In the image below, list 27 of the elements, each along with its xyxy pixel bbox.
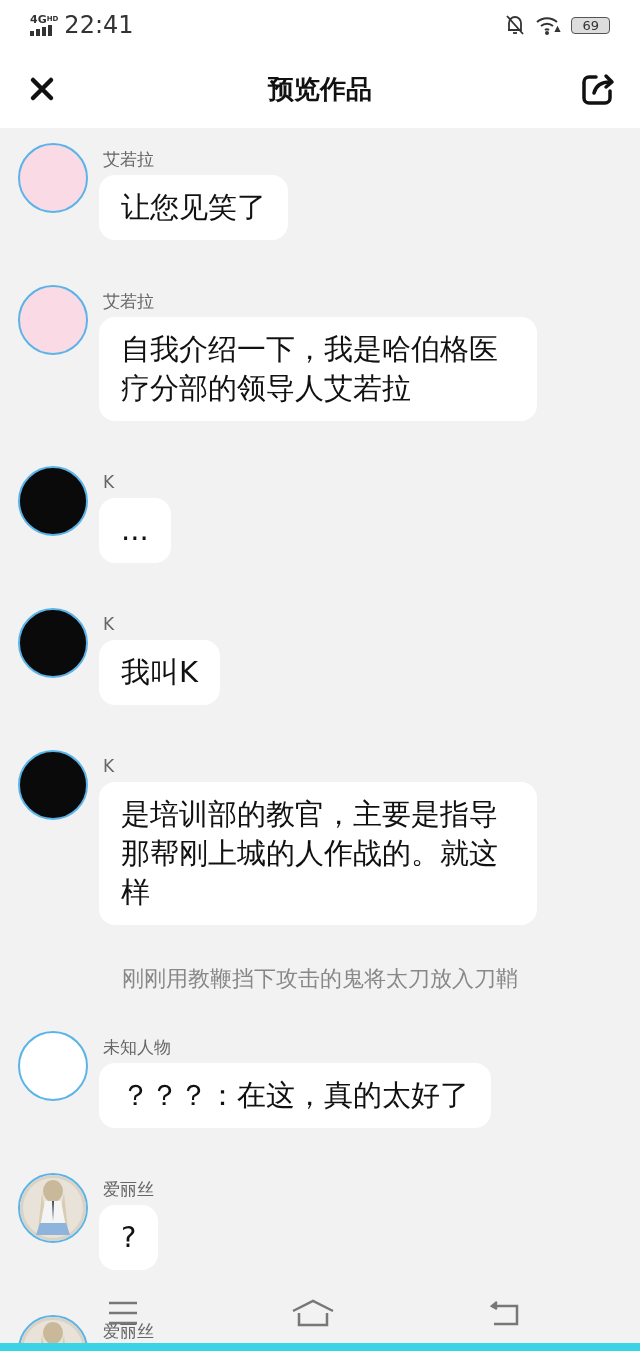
sender-name: K bbox=[103, 756, 116, 776]
menu-icon[interactable] bbox=[108, 1301, 138, 1325]
home-icon[interactable] bbox=[291, 1299, 335, 1327]
sender-name: 艾若拉 bbox=[103, 291, 155, 311]
clock: 22:41 bbox=[64, 11, 134, 39]
message-bubble: ... bbox=[99, 498, 171, 563]
sender-name: 爱丽丝 bbox=[103, 1321, 154, 1341]
wifi-icon bbox=[535, 15, 562, 35]
sender-name: 艾若拉 bbox=[103, 149, 155, 169]
message-bubble: 让您见笑了 bbox=[99, 175, 288, 240]
sender-name: 未知人物 bbox=[103, 1037, 172, 1057]
narration-text: 刚刚用教鞭挡下攻击的鬼将太刀放入刀鞘 bbox=[121, 965, 519, 993]
page-title: 预览作品 bbox=[268, 72, 372, 106]
sender-name: K bbox=[103, 472, 116, 492]
close-icon bbox=[29, 76, 55, 102]
sender-name: 爱丽丝 bbox=[103, 1179, 155, 1199]
sender-name: K bbox=[103, 614, 116, 634]
message-bubble: 是培训部的教官，主要是指导那帮刚上城的人作战的。就这样 bbox=[99, 782, 537, 925]
message-bubble: 我叫K bbox=[99, 640, 221, 705]
back-icon[interactable] bbox=[488, 1300, 520, 1326]
share-icon bbox=[580, 71, 616, 107]
message-bubble: ？？？：在这，真的太好了 bbox=[99, 1063, 491, 1128]
signal-icon bbox=[30, 25, 52, 36]
bell-off-icon bbox=[505, 14, 526, 36]
message-bubble: ? bbox=[99, 1205, 159, 1270]
message-bubble: 自我介绍一下，我是哈伯格医疗分部的领导人艾若拉 bbox=[99, 317, 537, 421]
battery-indicator: 69 bbox=[571, 16, 610, 34]
